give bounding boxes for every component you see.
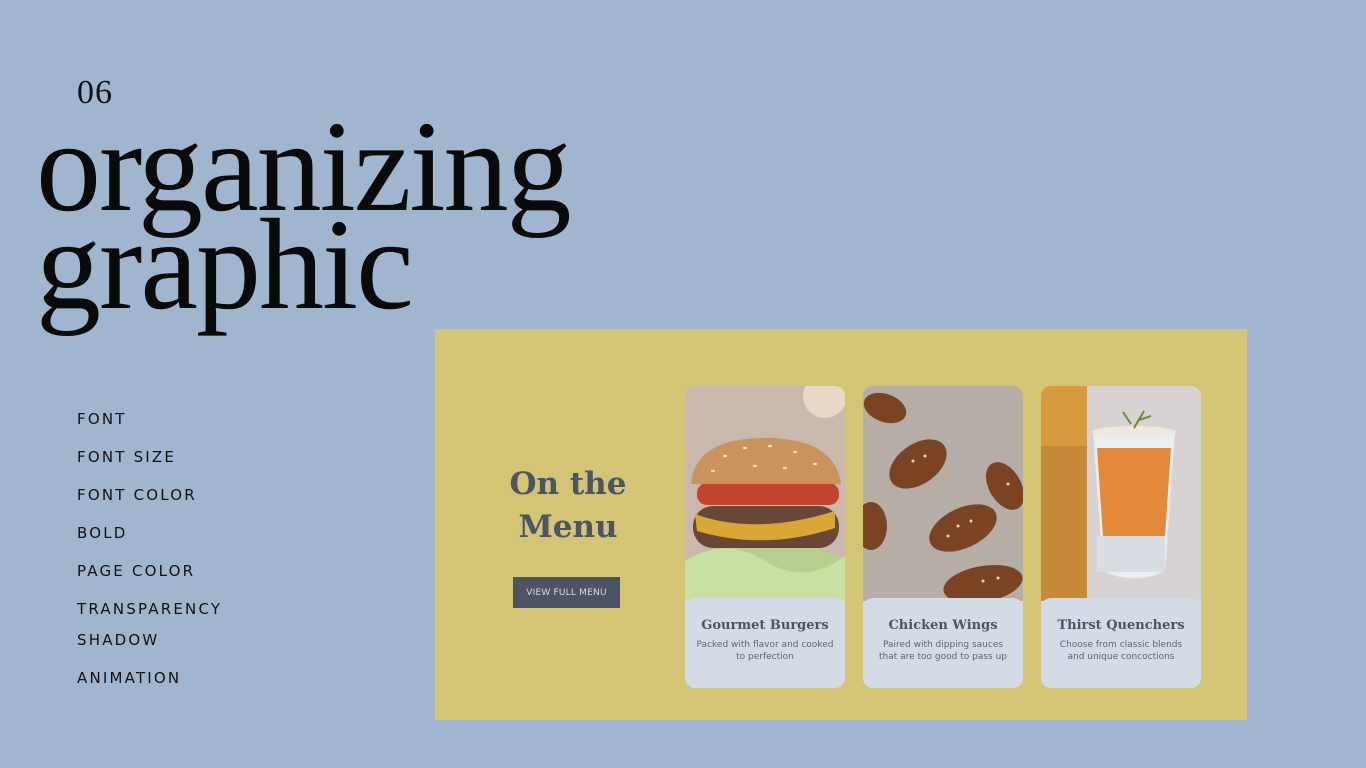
drink-photo-icon — [1041, 386, 1201, 601]
menu-card-title: Gourmet Burgers — [701, 618, 829, 633]
menu-card[interactable]: Thirst Quenchers Choose from classic ble… — [1041, 386, 1201, 688]
menu-mockup: On the Menu VIEW FULL MENU Gourmet Burge… — [435, 329, 1247, 720]
menu-card-description: Packed with flavor and cooked to perfect… — [696, 640, 834, 662]
topic-item: FONT — [77, 410, 127, 428]
menu-card[interactable]: Chicken Wings Paired with dipping sauces… — [863, 386, 1023, 688]
topic-list: FONT FONT SIZE FONT COLOR BOLD PAGE COLO… — [77, 410, 227, 707]
topic-item: FONT SIZE — [77, 448, 177, 466]
topic-item: FONT COLOR — [77, 486, 197, 504]
view-full-menu-button[interactable]: VIEW FULL MENU — [513, 577, 620, 608]
menu-heading: On the Menu — [509, 466, 627, 545]
wings-photo-icon — [863, 386, 1023, 601]
topic-item: ANIMATION — [77, 669, 182, 687]
menu-card-title: Thirst Quenchers — [1057, 618, 1185, 633]
menu-card-body: Thirst Quenchers Choose from classic ble… — [1041, 598, 1201, 688]
slide-title: organizing graphic — [36, 102, 572, 330]
topic-item: BOLD — [77, 524, 128, 542]
menu-card-body: Gourmet Burgers Packed with flavor and c… — [685, 598, 845, 688]
menu-card[interactable]: Gourmet Burgers Packed with flavor and c… — [685, 386, 845, 688]
menu-card-description: Paired with dipping sauces that are too … — [878, 640, 1008, 662]
burger-photo-icon — [685, 386, 845, 601]
menu-card-title: Chicken Wings — [888, 618, 998, 633]
topic-item: TRANSPARENCY — [77, 600, 223, 618]
topic-item: SHADOW — [77, 631, 160, 649]
menu-card-description: Choose from classic blends and unique co… — [1059, 640, 1183, 662]
menu-card-body: Chicken Wings Paired with dipping sauces… — [863, 598, 1023, 688]
topic-item: PAGE COLOR — [77, 562, 196, 580]
